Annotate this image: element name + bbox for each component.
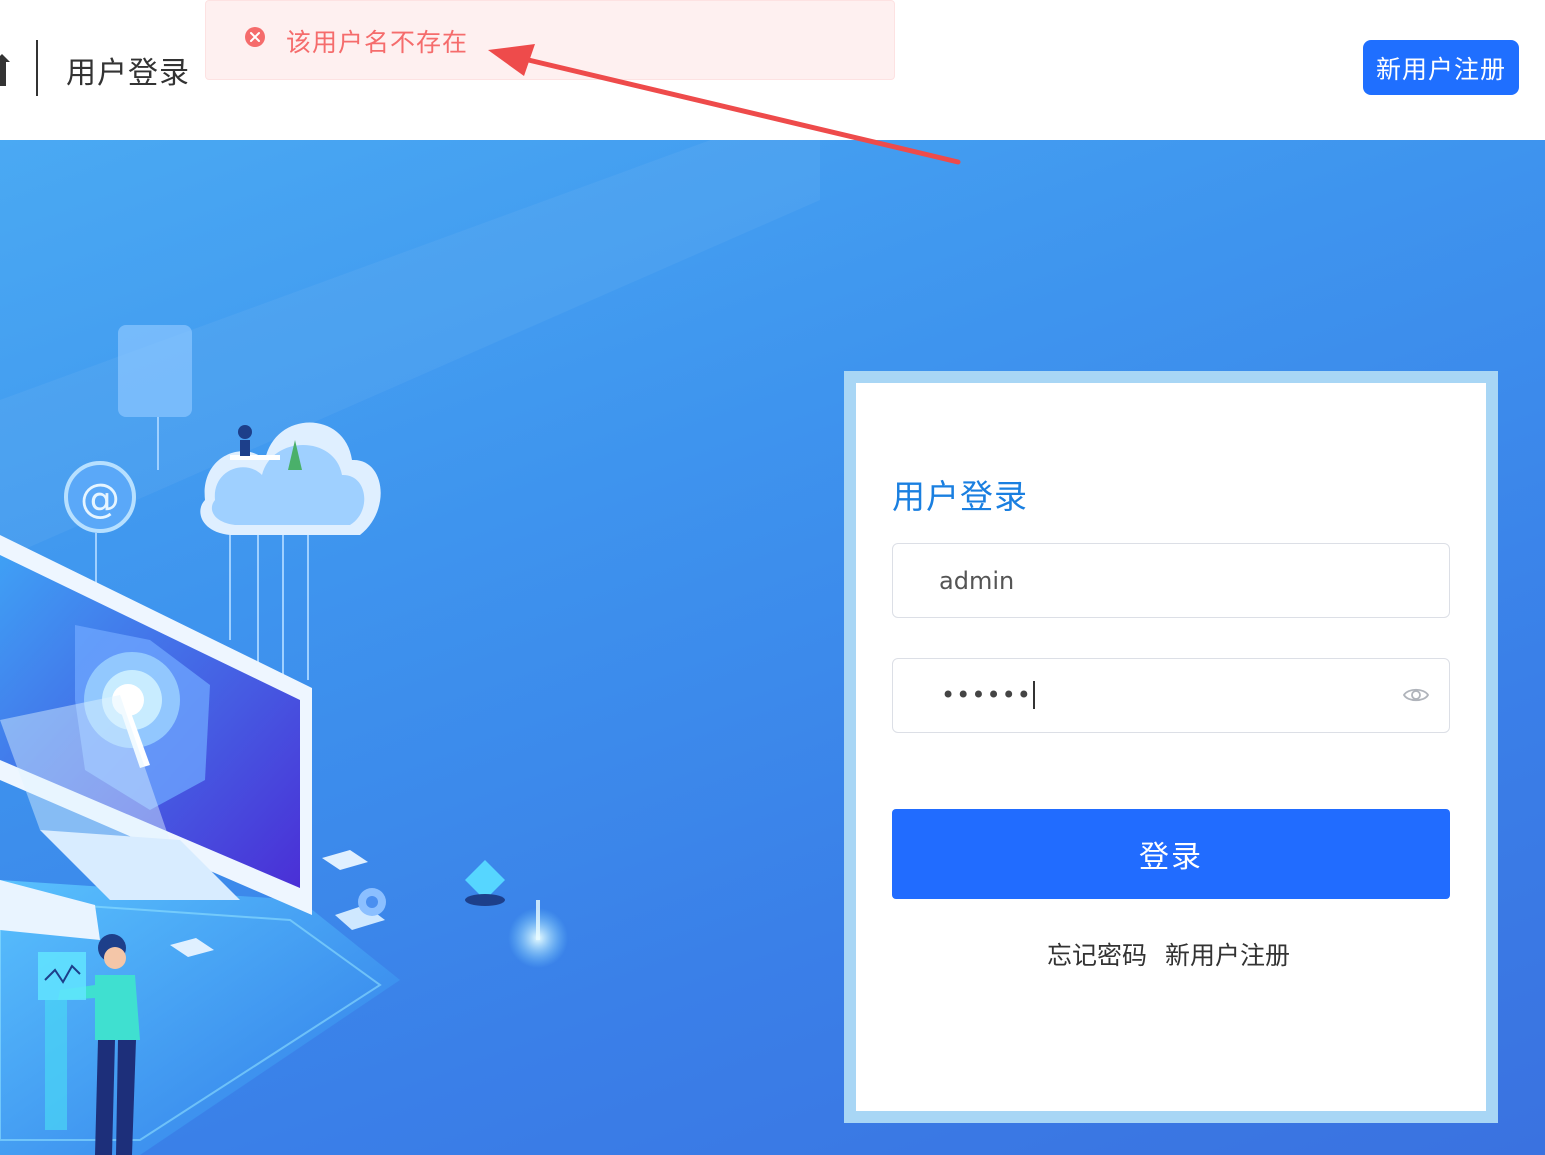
page-title: 用户登录 [66, 56, 190, 91]
login-title: 用户登录 [892, 477, 1028, 516]
login-button[interactable]: 登录 [892, 809, 1450, 899]
security-illustration: @ [0, 140, 820, 1155]
password-input[interactable]: •••••• [941, 681, 1035, 709]
forgot-password-link[interactable]: 忘记密码 [1047, 936, 1147, 972]
register-link[interactable]: 新用户注册 [1165, 936, 1290, 972]
password-field[interactable]: •••••• [892, 658, 1450, 733]
eye-icon[interactable] [1403, 684, 1429, 706]
toast-message: 该用户名不存在 [286, 28, 469, 57]
close-circle-icon [245, 27, 265, 47]
error-toast: 该用户名不存在 [205, 0, 895, 80]
header-divider [36, 40, 38, 96]
register-button[interactable]: 新用户注册 [1363, 40, 1519, 95]
svg-text:@: @ [80, 476, 120, 522]
footer-links: 忘记密码 新用户注册 [1047, 936, 1290, 972]
password-mask: •••••• [941, 681, 1032, 709]
text-caret [1032, 681, 1035, 709]
logo-icon [0, 54, 10, 86]
username-field[interactable] [892, 543, 1450, 618]
username-input[interactable] [939, 544, 1389, 617]
